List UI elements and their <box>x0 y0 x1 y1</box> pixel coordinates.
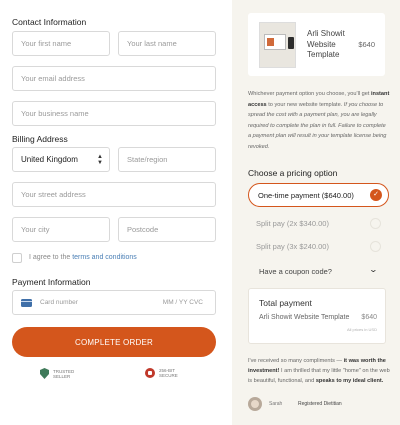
lock-icon <box>145 368 155 378</box>
payment-heading: Payment Information <box>12 277 91 287</box>
expiry-cvc-placeholder: MM / YY CVC <box>162 299 203 306</box>
coupon-toggle[interactable]: Have a coupon code? <box>259 267 332 276</box>
card-number-field[interactable]: Card number MM / YY CVC <box>12 290 216 315</box>
radio-split-3[interactable] <box>370 241 381 252</box>
last-name-field[interactable]: Your last name <box>118 31 216 56</box>
pricing-option-split-3[interactable]: Split pay (3x $240.00) <box>256 242 329 251</box>
testimonial-text: I've received so many compliments — it w… <box>248 357 390 386</box>
business-name-field[interactable]: Your business name <box>12 101 216 126</box>
street-field[interactable]: Your street address <box>12 182 216 207</box>
pricing-heading: Choose a pricing option <box>248 168 338 178</box>
card-number-placeholder: Card number <box>40 299 78 306</box>
total-heading: Total payment <box>259 298 312 308</box>
terms-link[interactable]: terms and conditions <box>72 254 137 261</box>
credit-card-icon <box>21 298 32 307</box>
pricing-option-one-time[interactable]: One-time payment ($640.00) ✓ <box>248 183 389 207</box>
testimonial-part1: I've received so many compliments — <box>248 358 343 364</box>
chevron-down-icon[interactable]: ⌄ <box>369 265 378 274</box>
shield-check-icon <box>40 368 49 379</box>
total-payment-box: Total payment Arli Showit Website Templa… <box>248 288 386 344</box>
phone-graphic <box>288 37 294 49</box>
testimonial-author: Sarah <box>269 401 283 407</box>
contact-heading: Contact Information <box>12 17 87 27</box>
terms-prefix: I agree to the <box>29 254 71 261</box>
chevron-up-down-icon: ▲ ▼ <box>97 154 103 166</box>
checkout-form: Contact Information Your first name Your… <box>0 0 232 425</box>
complete-order-button[interactable]: COMPLETE ORDER <box>12 327 216 357</box>
email-field[interactable]: Your email address <box>12 66 216 91</box>
secure-badge: 256-BIT SECURE <box>145 368 178 378</box>
total-line-item: Arli Showit Website Template <box>259 314 350 321</box>
blurb-part2: to your new website template. <box>268 101 343 108</box>
country-select[interactable]: United Kingdom ▲ ▼ <box>12 147 110 172</box>
check-circle-icon: ✓ <box>370 189 382 201</box>
testimonial-bold2: speaks to my ideal client. <box>315 377 384 384</box>
city-field[interactable]: Your city <box>12 217 110 242</box>
terms-checkbox[interactable] <box>12 253 22 263</box>
postcode-field[interactable]: Postcode <box>118 217 216 242</box>
first-name-field[interactable]: Your first name <box>12 31 110 56</box>
blurb-italic: If you choose to spread the cost with a … <box>248 101 387 150</box>
avatar <box>248 397 262 411</box>
trusted-seller-badge: TRUSTED SELLER <box>40 368 74 379</box>
billing-heading: Billing Address <box>12 134 68 144</box>
trusted-line2: SELLER <box>53 373 71 379</box>
payment-info-text: Whichever payment option you choose, you… <box>248 89 390 153</box>
country-select-value: United Kingdom <box>21 155 78 164</box>
option-one-time-label: One-time payment ($640.00) <box>258 190 354 200</box>
currency-note: All prices in USD <box>346 327 377 332</box>
terms-label: I agree to the terms and conditions <box>29 254 137 261</box>
blurb-part1: Whichever payment option you choose, you… <box>248 91 370 97</box>
product-price: $640 <box>358 40 375 49</box>
state-field[interactable]: State/region <box>118 147 216 172</box>
pricing-option-split-2[interactable]: Split pay (2x $340.00) <box>256 219 329 228</box>
testimonial-role: Registered Dietitian <box>298 401 342 407</box>
total-price: $640 <box>361 314 377 321</box>
product-thumbnail <box>259 22 296 68</box>
secure-line2: SECURE <box>159 373 178 378</box>
laptop-screen-graphic <box>264 34 286 50</box>
radio-split-2[interactable] <box>370 218 381 229</box>
product-card: Arli Showit Website Template $640 <box>248 13 385 76</box>
